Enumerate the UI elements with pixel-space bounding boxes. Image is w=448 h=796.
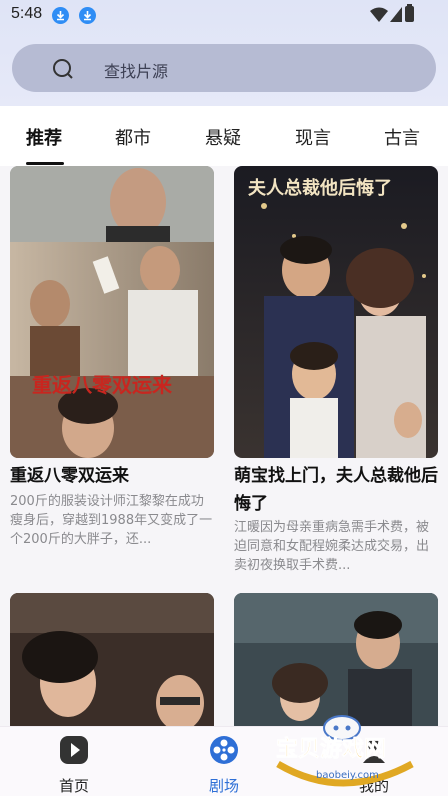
nav-theater-label: 剧场	[208, 777, 239, 795]
drama-description: 200斤的服装设计师江黎黎在成功瘦身后，穿越到1988年又变成了一个200斤的大…	[10, 494, 213, 547]
nav-theater[interactable]: 剧场	[184, 735, 264, 795]
drama-card[interactable]	[10, 593, 214, 726]
watermark-url: baobeiy.com	[316, 770, 379, 781]
drama-card[interactable]: 重返八零双运来 重返八零双运来 200斤的服装设计师江黎黎在成功瘦身后，穿越到1…	[10, 166, 214, 566]
signal-icon	[390, 7, 402, 22]
poster-title-text: 夫人总裁他后悔了	[248, 177, 392, 199]
tab-recommend[interactable]: 推荐	[26, 124, 62, 150]
drama-title[interactable]: 重返八零双运来	[10, 462, 214, 490]
film-reel-icon	[210, 736, 238, 764]
drama-poster[interactable]	[10, 593, 214, 726]
watermark-text: 宝贝游戏网	[276, 736, 386, 762]
nav-home-label: 首页	[58, 777, 89, 795]
battery-icon	[405, 4, 414, 22]
drama-description: 江暖因为母亲重病急需手术费，被迫同意和女配程婉柔达成交易，出卖初夜换取手术费..…	[234, 520, 430, 573]
tab-city[interactable]: 都市	[115, 124, 151, 150]
wifi-icon	[370, 7, 388, 22]
search-icon	[53, 59, 73, 79]
download-icon	[79, 7, 96, 24]
status-time: 5:48	[11, 5, 43, 22]
search-input[interactable]: 查找片源	[104, 58, 168, 82]
search-bar[interactable]: 查找片源	[12, 44, 436, 92]
drama-card[interactable]: 夫人总裁他后悔了 萌宝找上门，夫人总裁他后悔了 江暖因为母亲重病急需手术费，被迫…	[234, 166, 438, 586]
play-icon	[60, 736, 88, 764]
active-tab-indicator	[26, 162, 64, 165]
tab-ancient-romance[interactable]: 古言	[384, 124, 420, 150]
nav-home[interactable]: 首页	[34, 735, 114, 795]
tab-suspense[interactable]: 悬疑	[205, 124, 241, 150]
drama-grid: 重返八零双运来 重返八零双运来 200斤的服装设计师江黎黎在成功瘦身后，穿越到1…	[0, 166, 448, 726]
category-tabs: 推荐 都市 悬疑 现言 古言	[0, 106, 448, 166]
watermark-logo: 宝贝游戏网 baobeiy.com	[276, 715, 414, 787]
poster-title-text: 重返八零双运来	[32, 373, 173, 397]
drama-poster[interactable]: 夫人总裁他后悔了	[234, 166, 438, 458]
drama-poster[interactable]: 重返八零双运来	[10, 166, 214, 458]
drama-title[interactable]: 萌宝找上门，夫人总裁他后悔了	[234, 462, 438, 518]
download-icon	[52, 7, 69, 24]
top-bar: 5:48 查找片源	[0, 0, 448, 106]
status-bar: 5:48	[0, 0, 448, 30]
tab-modern-romance[interactable]: 现言	[295, 124, 331, 150]
